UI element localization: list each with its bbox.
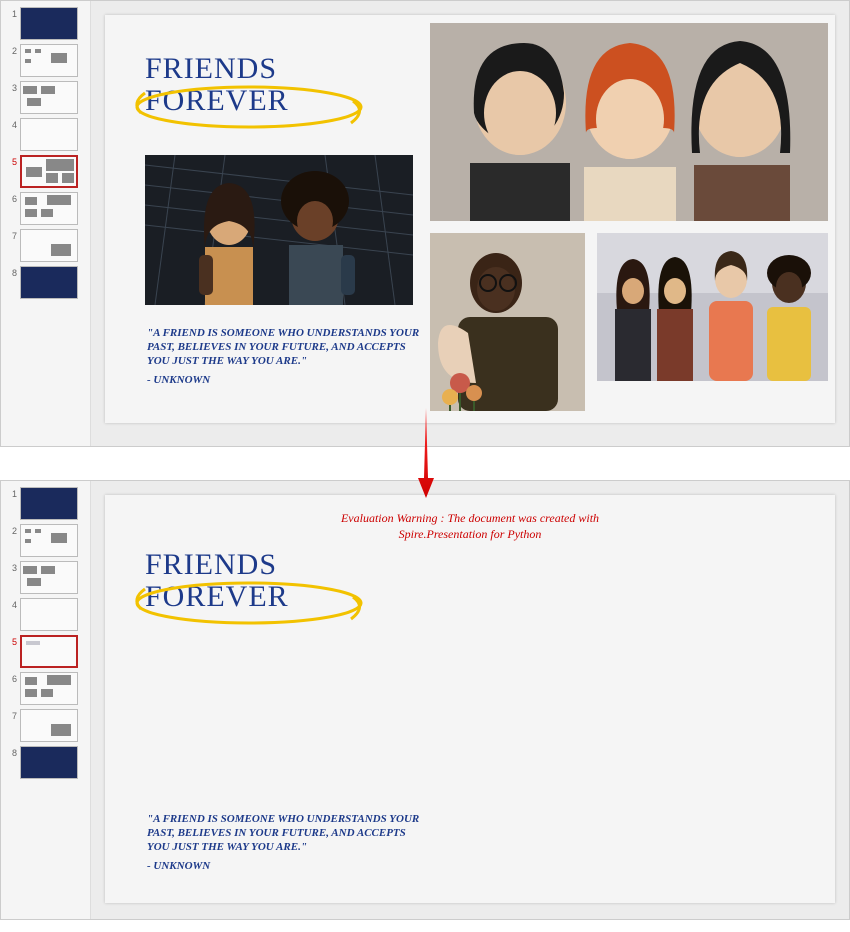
- quote-attrib: - UNKNOWN: [147, 860, 427, 874]
- thumb-row: 2: [5, 44, 86, 77]
- thumb-number: 1: [5, 7, 17, 19]
- thumb-row: 7: [5, 229, 86, 262]
- slide-thumb-4[interactable]: [20, 598, 78, 631]
- slide-thumb-2[interactable]: [20, 44, 78, 77]
- thumb-row: 4: [5, 598, 86, 631]
- thumb-row: 1: [5, 7, 86, 40]
- thumb-row: 6: [5, 672, 86, 705]
- thumb-number: 8: [5, 746, 17, 758]
- thumb-row: 4: [5, 118, 86, 151]
- title-line1: FRIENDS: [145, 53, 289, 85]
- slide-thumb-8[interactable]: [20, 266, 78, 299]
- slide-thumb-5[interactable]: [20, 635, 78, 668]
- thumb-number: 4: [5, 598, 17, 610]
- thumb-number: 3: [5, 81, 17, 93]
- thumb-row: 7: [5, 709, 86, 742]
- thumb-number: 5: [5, 155, 17, 167]
- thumb-number: 8: [5, 266, 17, 278]
- slide-thumb-8[interactable]: [20, 746, 78, 779]
- thumb-number: 5: [5, 635, 17, 647]
- title-line1: FRIENDS: [145, 549, 289, 581]
- photo-hug: [430, 233, 585, 411]
- thumb-number: 6: [5, 672, 17, 684]
- slide-thumb-7[interactable]: [20, 229, 78, 262]
- thumb-row: 5: [5, 635, 86, 668]
- slide-thumb-5[interactable]: [20, 155, 78, 188]
- thumb-number: 7: [5, 229, 17, 241]
- thumb-number: 2: [5, 44, 17, 56]
- quote-attrib: - UNKNOWN: [147, 374, 427, 388]
- slide-after: Evaluation Warning : The document was cr…: [105, 495, 835, 903]
- thumb-row: 1: [5, 487, 86, 520]
- warning-line2: Spire.Presentation for Python: [105, 527, 835, 543]
- before-panel: 1 2 3 4 5 6 7 8 FRIENDS FOREVER: [0, 0, 850, 447]
- thumb-number: 1: [5, 487, 17, 499]
- thumbnail-strip-before: 1 2 3 4 5 6 7 8: [1, 1, 91, 446]
- thumb-row: 8: [5, 266, 86, 299]
- oval-highlight-icon: [131, 577, 367, 629]
- arrow-down-icon: [418, 408, 434, 498]
- thumb-number: 7: [5, 709, 17, 721]
- quote-block: "A FRIEND IS SOMEONE WHO UNDERSTANDS YOU…: [147, 327, 427, 388]
- thumb-row: 2: [5, 524, 86, 557]
- thumb-number: 4: [5, 118, 17, 130]
- photo-two-friends-escalator: [145, 155, 413, 305]
- thumb-number: 3: [5, 561, 17, 573]
- slide-thumb-7[interactable]: [20, 709, 78, 742]
- slide-thumb-1[interactable]: [20, 7, 78, 40]
- photo-group-outdoor: [597, 233, 828, 381]
- slide-thumb-6[interactable]: [20, 672, 78, 705]
- slide-thumb-3[interactable]: [20, 81, 78, 114]
- slide-thumb-6[interactable]: [20, 192, 78, 225]
- slide-area-before: FRIENDS FOREVER: [91, 1, 849, 446]
- oval-highlight-icon: [131, 81, 367, 133]
- quote-text: "A FRIEND IS SOMEONE WHO UNDERSTANDS YOU…: [147, 813, 427, 854]
- slide-thumb-4[interactable]: [20, 118, 78, 151]
- slide-thumb-3[interactable]: [20, 561, 78, 594]
- warning-line1: Evaluation Warning : The document was cr…: [105, 511, 835, 527]
- photo-three-friends: [430, 23, 828, 221]
- slide-before: FRIENDS FOREVER: [105, 15, 835, 423]
- thumb-row: 8: [5, 746, 86, 779]
- title-block: FRIENDS FOREVER: [145, 53, 289, 116]
- thumb-row: 3: [5, 81, 86, 114]
- thumb-row: 6: [5, 192, 86, 225]
- thumbnail-strip-after: 1 2 3 4 5 6 7 8: [1, 481, 91, 919]
- thumb-row: 3: [5, 561, 86, 594]
- after-panel: 1 2 3 4 5 6 7 8 Evaluation Warning : The…: [0, 480, 850, 920]
- title-block: FRIENDS FOREVER: [145, 549, 289, 612]
- quote-block: "A FRIEND IS SOMEONE WHO UNDERSTANDS YOU…: [147, 813, 427, 874]
- slide-thumb-2[interactable]: [20, 524, 78, 557]
- slide-area-after: Evaluation Warning : The document was cr…: [91, 481, 849, 919]
- thumb-number: 6: [5, 192, 17, 204]
- thumb-number: 2: [5, 524, 17, 536]
- slide-thumb-1[interactable]: [20, 487, 78, 520]
- evaluation-warning: Evaluation Warning : The document was cr…: [105, 511, 835, 542]
- thumb-row: 5: [5, 155, 86, 188]
- quote-text: "A FRIEND IS SOMEONE WHO UNDERSTANDS YOU…: [147, 327, 427, 368]
